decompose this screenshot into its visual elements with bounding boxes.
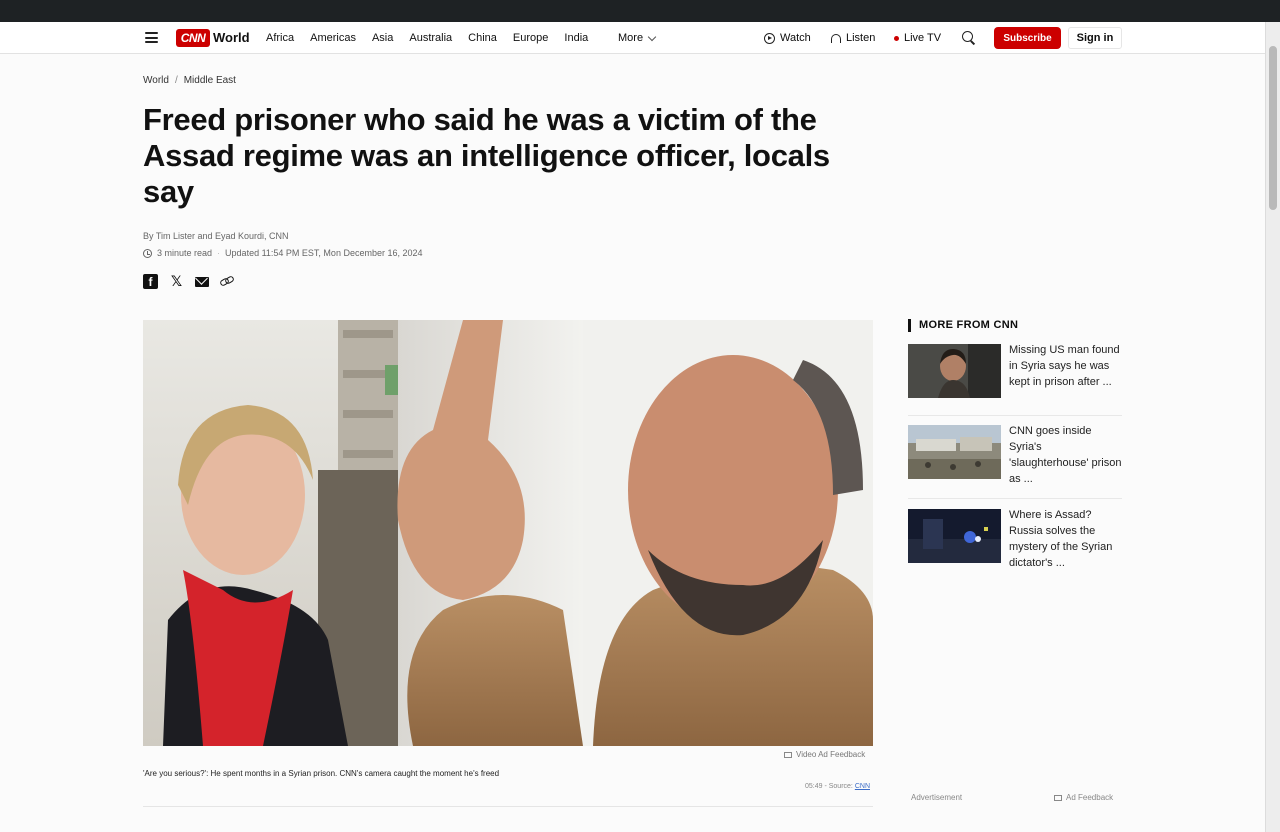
x-icon[interactable]: 𝕏	[169, 273, 184, 289]
listen-link[interactable]: Listen	[831, 32, 875, 44]
video-player[interactable]	[143, 320, 873, 746]
related-title: CNN goes inside Syria's 'slaughterhouse'…	[1009, 425, 1122, 485]
live-label: Live TV	[904, 32, 942, 44]
nav-link-asia[interactable]: Asia	[372, 32, 393, 44]
related-article-3[interactable]: Where is Assad? Russia solves the myster…	[908, 509, 1122, 571]
ad-feedback[interactable]: Ad Feedback	[1054, 793, 1113, 802]
divider	[143, 806, 873, 807]
page: CNN World Africa Americas Asia Australia…	[0, 22, 1265, 832]
breadcrumb-separator: /	[174, 75, 178, 86]
nav-link-australia[interactable]: Australia	[409, 32, 452, 44]
feedback-icon	[1054, 794, 1062, 801]
site-header: CNN World Africa Americas Asia Australia…	[0, 22, 1265, 54]
nav-link-europe[interactable]: Europe	[513, 32, 548, 44]
related-title: Missing US man found in Syria says he wa…	[1009, 344, 1120, 388]
thumb-image-1	[908, 344, 1001, 398]
play-circle-icon	[764, 32, 775, 44]
scrollbar-thumb[interactable]	[1269, 46, 1277, 210]
facebook-icon[interactable]: f	[143, 274, 158, 289]
related-article-1[interactable]: Missing US man found in Syria says he wa…	[908, 344, 1122, 398]
more-label: More	[618, 32, 644, 44]
article-timestamp: 3 minute read · Updated 11:54 PM EST, Mo…	[143, 248, 423, 258]
updated-time: Updated 11:54 PM EST, Mon December 16, 2…	[225, 248, 423, 258]
more-menu[interactable]: More	[618, 32, 657, 44]
chevron-down-icon	[647, 32, 657, 41]
source-link[interactable]: CNN	[855, 783, 870, 790]
related-thumbnail	[908, 509, 1001, 563]
nav-link-americas[interactable]: Americas	[310, 32, 356, 44]
advertisement-label: Advertisement	[911, 793, 963, 802]
video-ad-feedback-label: Video Ad Feedback	[796, 750, 866, 759]
related-thumbnail	[908, 344, 1001, 398]
link-icon[interactable]	[219, 274, 235, 289]
menu-icon[interactable]	[145, 32, 158, 43]
nav-link-china[interactable]: China	[468, 32, 497, 44]
share-bar: f 𝕏	[143, 273, 235, 289]
sidebar-divider	[908, 498, 1122, 499]
related-thumbnail	[908, 425, 1001, 479]
search-icon[interactable]	[962, 31, 975, 44]
nav-link-africa[interactable]: Africa	[266, 32, 294, 44]
article-headline: Freed prisoner who said he was a victim …	[143, 102, 830, 209]
byline: By Tim Lister and Eyad Kourdi, CNN	[143, 231, 289, 241]
headphones-icon	[831, 33, 841, 43]
region-nav: Africa Americas Asia Australia China Eur…	[266, 32, 604, 44]
watch-link[interactable]: Watch	[764, 32, 811, 44]
more-from-title: MORE FROM CNN	[908, 319, 1122, 332]
breadcrumb-middle-east[interactable]: Middle East	[184, 75, 236, 86]
video-duration: 05:49 - Source: CNN	[805, 783, 870, 790]
video-ad-feedback[interactable]: Video Ad Feedback	[784, 750, 865, 759]
duration-label: 05:49 - Source:	[805, 783, 853, 790]
related-article-2[interactable]: CNN goes inside Syria's 'slaughterhouse'…	[908, 425, 1122, 487]
breadcrumb: World / Middle East	[143, 75, 236, 86]
breadcrumb-world[interactable]: World	[143, 75, 169, 86]
live-tv-link[interactable]: Live TV	[894, 32, 941, 44]
video-thumbnail	[143, 320, 873, 746]
watch-label: Watch	[780, 32, 811, 44]
mail-icon[interactable]	[195, 276, 209, 287]
more-from-cnn: MORE FROM CNN Missing US man found in Sy…	[908, 319, 1122, 569]
nav-link-india[interactable]: India	[564, 32, 588, 44]
section-name[interactable]: World	[213, 30, 250, 45]
browser-top-bar	[0, 0, 1280, 22]
cnn-logo[interactable]: CNN	[176, 29, 210, 47]
listen-label: Listen	[846, 32, 876, 44]
sidebar-divider	[908, 415, 1122, 416]
timestamp-separator: ·	[217, 248, 221, 258]
sign-in-button[interactable]: Sign in	[1068, 27, 1122, 49]
scrollbar[interactable]	[1265, 22, 1280, 832]
video-caption: 'Are you serious?': He spent months in a…	[143, 769, 500, 778]
ad-feedback-label: Ad Feedback	[1066, 793, 1114, 802]
feedback-icon	[784, 751, 792, 758]
subscribe-button[interactable]: Subscribe	[994, 27, 1061, 49]
live-dot-icon	[894, 35, 899, 41]
read-time: 3 minute read	[157, 248, 213, 258]
related-title: Where is Assad? Russia solves the myster…	[1009, 509, 1113, 569]
thumb-image-2	[908, 425, 1001, 479]
clock-icon	[143, 248, 152, 258]
thumb-image-3	[908, 509, 1001, 563]
